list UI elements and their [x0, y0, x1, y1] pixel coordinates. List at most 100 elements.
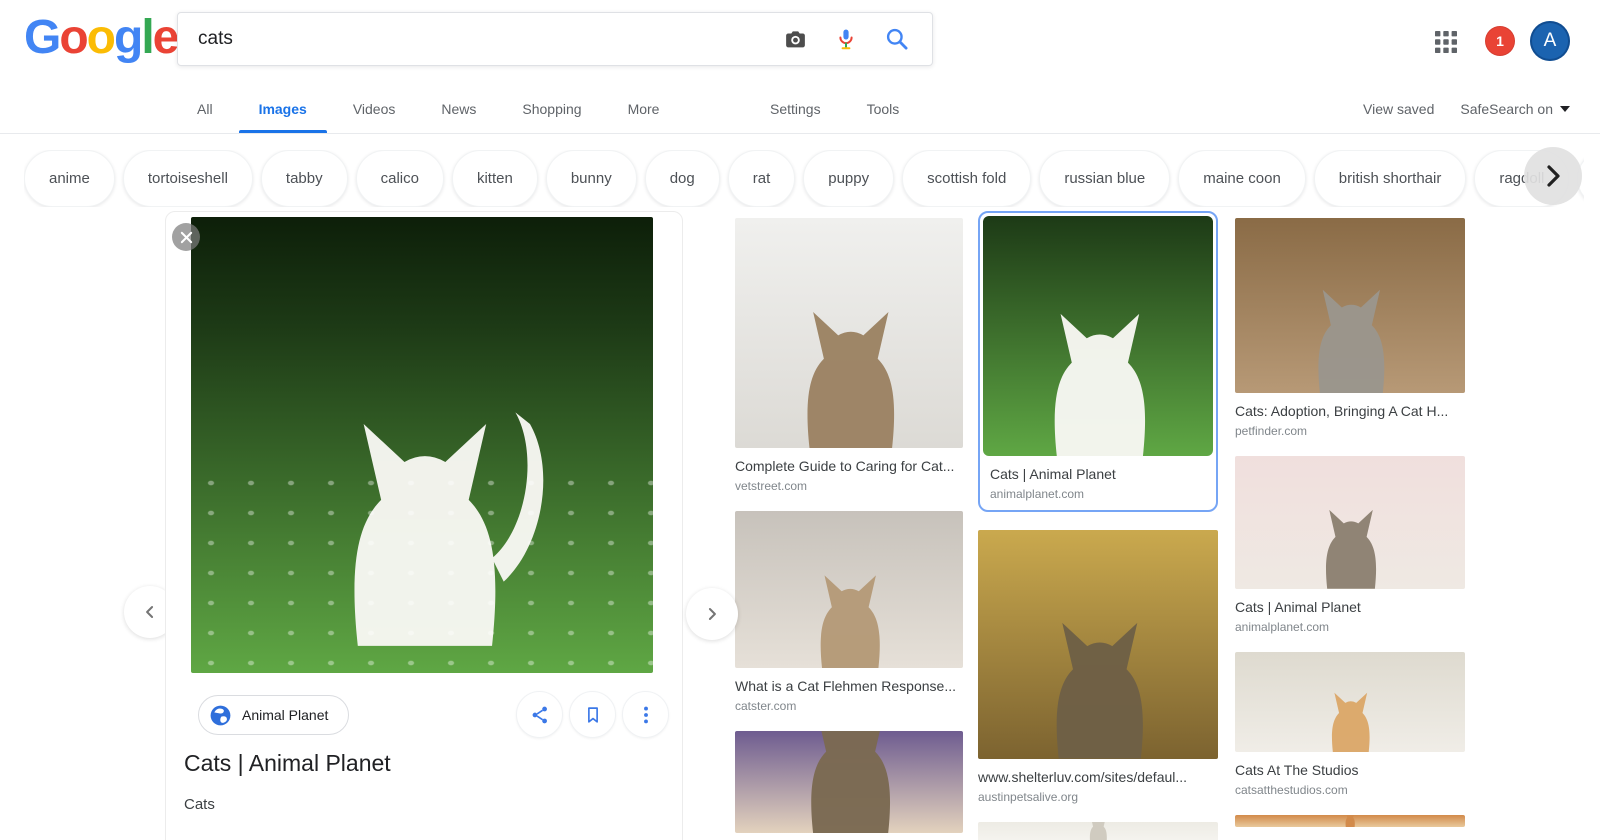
- share-button[interactable]: [516, 691, 563, 738]
- tab-shopping[interactable]: Shopping: [520, 85, 583, 133]
- camera-icon: [786, 30, 805, 47]
- mic-icon: [839, 29, 853, 50]
- image-result-card[interactable]: Cats | Animal Planet animalplanet.com: [1235, 456, 1465, 634]
- result-title: What is a Cat Flehmen Response...: [735, 678, 956, 694]
- globe-icon: [210, 705, 231, 725]
- chip-scottish-fold[interactable]: scottish fold: [902, 150, 1032, 207]
- result-thumbnail[interactable]: [978, 822, 1218, 840]
- result-title: Cats | Animal Planet: [1235, 599, 1361, 615]
- chip-russian-blue[interactable]: russian blue: [1039, 150, 1171, 207]
- result-domain: animalplanet.com: [1235, 620, 1330, 634]
- result-thumbnail[interactable]: [1235, 218, 1465, 393]
- tabs-primary: All Images Videos News Shopping More: [195, 85, 661, 133]
- header-links: View saved SafeSearch on: [1363, 85, 1570, 133]
- result-thumbnail[interactable]: [983, 216, 1213, 456]
- chip-british-shorthair[interactable]: british shorthair: [1313, 150, 1467, 207]
- chip-maine-coon[interactable]: maine coon: [1178, 150, 1306, 207]
- preview-subtitle: Cats: [184, 796, 215, 813]
- chip-tortoiseshell[interactable]: tortoiseshell: [122, 150, 253, 207]
- image-result-card[interactable]: [978, 822, 1218, 840]
- result-domain: catster.com: [735, 699, 797, 713]
- cat-photo-placeholder: [354, 412, 544, 646]
- voice-search-button[interactable]: [834, 26, 858, 52]
- result-thumbnail[interactable]: [735, 731, 963, 833]
- chevron-left-icon: [146, 606, 154, 618]
- more-vertical-icon: [643, 706, 648, 723]
- avatar[interactable]: A: [1530, 21, 1570, 61]
- tab-more[interactable]: More: [626, 85, 662, 133]
- source-label: Animal Planet: [242, 707, 329, 723]
- next-image-button[interactable]: [686, 588, 738, 640]
- chip-calico[interactable]: calico: [355, 150, 444, 207]
- image-result-card[interactable]: [735, 731, 963, 833]
- chevron-right-icon: [708, 608, 716, 620]
- tab-tools[interactable]: Tools: [865, 85, 902, 133]
- tab-all[interactable]: All: [195, 85, 215, 133]
- image-result-card[interactable]: [1235, 815, 1465, 827]
- image-result-card[interactable]: Cats | Animal Planet animalplanet.com: [978, 211, 1218, 512]
- bookmark-button[interactable]: [569, 691, 616, 738]
- result-thumbnail[interactable]: [735, 218, 963, 448]
- result-domain: animalplanet.com: [990, 487, 1085, 501]
- chip-rat[interactable]: rat: [727, 150, 796, 207]
- chips-next-button[interactable]: [1524, 147, 1582, 205]
- image-result-card[interactable]: What is a Cat Flehmen Response... catste…: [735, 511, 963, 713]
- cat-photo-placeholder: [1345, 815, 1355, 827]
- result-title: www.shelterluv.com/sites/defaul...: [978, 769, 1188, 785]
- more-options-button[interactable]: [622, 691, 669, 738]
- chip-anime[interactable]: anime: [24, 150, 115, 207]
- result-title: Cats: Adoption, Bringing A Cat H...: [1235, 403, 1449, 419]
- tab-news[interactable]: News: [439, 85, 478, 133]
- chip-dog[interactable]: dog: [644, 150, 720, 207]
- chip-puppy[interactable]: puppy: [803, 150, 895, 207]
- cat-photo-placeholder: [1318, 289, 1385, 393]
- chip-bunny[interactable]: bunny: [545, 150, 637, 207]
- google-logo: Google: [24, 11, 179, 64]
- search-box: [177, 12, 933, 66]
- cat-photo-placeholder: [811, 731, 890, 833]
- related-searches-chips: anime tortoiseshell tabby calico kitten bunny…: [24, 150, 1584, 207]
- result-thumbnail[interactable]: [978, 530, 1218, 759]
- preview-image[interactable]: [191, 217, 653, 673]
- notification-badge[interactable]: 1: [1485, 26, 1515, 56]
- image-result-card[interactable]: Cats At The Studios catsatthestudios.com: [1235, 652, 1465, 797]
- search-input[interactable]: [198, 28, 783, 50]
- result-domain: catsatthestudios.com: [1235, 783, 1348, 797]
- tab-settings[interactable]: Settings: [768, 85, 823, 133]
- grid-column-0: Complete Guide to Caring for Cat... vets…: [735, 218, 963, 833]
- tab-videos[interactable]: Videos: [351, 85, 398, 133]
- result-domain: vetstreet.com: [735, 479, 808, 493]
- close-preview-button[interactable]: [172, 223, 200, 251]
- image-result-card[interactable]: Complete Guide to Caring for Cat... vets…: [735, 218, 963, 493]
- camera-search-button[interactable]: [783, 27, 808, 52]
- cat-photo-placeholder: [807, 311, 895, 448]
- preview-panel: Animal Planet Cats | Animal Planet Cats: [165, 211, 683, 840]
- chip-kitten[interactable]: kitten: [451, 150, 538, 207]
- cat-photo-placeholder: [1089, 822, 1107, 840]
- caret-down-icon: [1560, 106, 1570, 112]
- apps-grid-icon: [1435, 31, 1457, 53]
- cat-photo-placeholder: [1325, 510, 1377, 589]
- chip-tabby[interactable]: tabby: [260, 150, 348, 207]
- cat-photo-placeholder: [1331, 692, 1370, 752]
- result-title: Cats At The Studios: [1235, 762, 1359, 778]
- tabs-secondary: Settings Tools: [768, 85, 901, 133]
- result-title: Complete Guide to Caring for Cat...: [735, 458, 955, 474]
- result-thumbnail[interactable]: [735, 511, 963, 668]
- image-result-card[interactable]: Cats: Adoption, Bringing A Cat H... petf…: [1235, 218, 1465, 438]
- apps-grid-button[interactable]: [1433, 29, 1459, 55]
- grid-column-1: Cats | Animal Planet animalplanet.com ww…: [978, 211, 1218, 840]
- source-pill[interactable]: Animal Planet: [198, 695, 350, 735]
- search-submit-button[interactable]: [884, 26, 910, 52]
- link-safesearch-on[interactable]: SafeSearch on: [1460, 101, 1570, 117]
- header: Google cats 1 A All Images Videos News S…: [0, 0, 1600, 134]
- link-view-saved[interactable]: View saved: [1363, 101, 1434, 117]
- close-icon: [180, 231, 192, 243]
- result-thumbnail[interactable]: [1235, 815, 1465, 827]
- grid-column-2: Cats: Adoption, Bringing A Cat H... petf…: [1235, 218, 1465, 827]
- tab-images[interactable]: Images: [238, 85, 328, 133]
- result-thumbnail[interactable]: [1235, 652, 1465, 752]
- image-result-card[interactable]: www.shelterluv.com/sites/defaul... austi…: [978, 530, 1218, 804]
- cat-photo-placeholder: [1056, 623, 1143, 759]
- result-thumbnail[interactable]: [1235, 456, 1465, 589]
